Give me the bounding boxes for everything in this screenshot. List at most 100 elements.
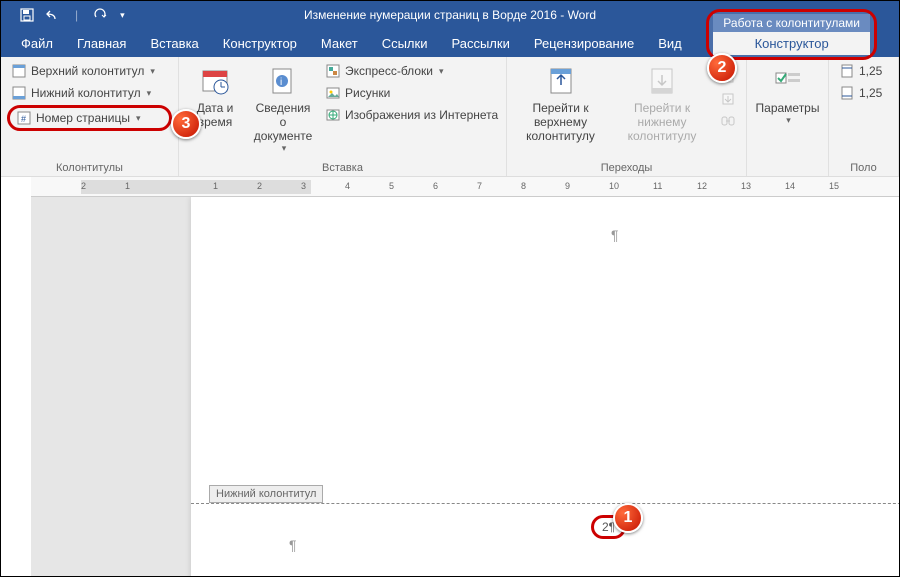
footer-tab-label: Нижний колонтитул (209, 485, 323, 503)
next-section-button (716, 89, 740, 109)
tab-constructor-context[interactable]: Конструктор (713, 32, 870, 55)
tab-design[interactable]: Конструктор (213, 32, 307, 55)
context-tool-header-footer: Работа с колонтитулами Конструктор (706, 9, 877, 60)
ruler-tick: 15 (829, 181, 839, 191)
group-label-position: Поло (835, 160, 892, 174)
ruler-tick: 6 (433, 181, 438, 191)
docinfo-icon: i (267, 65, 299, 97)
window-title: Изменение нумерации страниц в Ворде 2016… (304, 8, 596, 22)
quickparts-icon (325, 63, 341, 79)
quickparts-label: Экспресс-блоки (345, 64, 433, 78)
goto-footer-label: Перейти к нижнему колонтитулу (622, 101, 702, 143)
footer-button[interactable]: Нижний колонтитул▾ (7, 83, 172, 103)
docinfo-label: Сведения о документе (254, 101, 313, 143)
pos-bottom-icon (839, 85, 855, 101)
ruler-tick: 14 (785, 181, 795, 191)
page-number-button[interactable]: # Номер страницы▾ (14, 108, 142, 128)
header-button[interactable]: Верхний колонтитул▾ (7, 61, 172, 81)
ruler-tick: 1 (213, 181, 218, 191)
qat-dropdown-icon[interactable]: ▾ (120, 10, 125, 21)
tab-layout[interactable]: Макет (311, 32, 368, 55)
ruler-tick: 2 (81, 181, 86, 191)
goto-footer-icon (646, 65, 678, 97)
params-button[interactable]: Параметры▾ (753, 61, 822, 130)
ribbon-group-position: 1,25 1,25 Поло (829, 57, 899, 176)
pictures-icon (325, 85, 341, 101)
svg-text:#: # (21, 114, 26, 124)
params-icon (772, 65, 804, 97)
ruler-horizontal[interactable]: 21123456789101112131415 (31, 177, 899, 197)
datetime-icon (199, 65, 231, 97)
ruler-tick: 4 (345, 181, 350, 191)
ruler-tick: 8 (521, 181, 526, 191)
paragraph-mark: ¶ (611, 227, 619, 243)
ribbon-group-insert: Дата и время i Сведения о документе▾ Экс… (179, 57, 507, 176)
callout-badge-1: 1 (613, 503, 643, 533)
page-number-icon: # (16, 110, 32, 126)
goto-footer-button: Перейти к нижнему колонтитулу (616, 61, 708, 147)
callout-badge-2: 2 (707, 53, 737, 83)
ruler-tick: 9 (565, 181, 570, 191)
ribbon-group-params: Параметры▾ (747, 57, 829, 176)
goto-header-icon (545, 65, 577, 97)
datetime-label: Дата и время (197, 101, 234, 129)
context-tool-title: Работа с колонтитулами (713, 14, 870, 32)
params-label: Параметры (756, 101, 820, 115)
online-pictures-label: Изображения из Интернета (345, 108, 498, 122)
tab-mailings[interactable]: Рассылки (441, 32, 519, 55)
document-area: ¶ Нижний колонтитул 2¶ ¶ (31, 197, 899, 576)
ruler-tick: 5 (389, 181, 394, 191)
docinfo-button[interactable]: i Сведения о документе▾ (253, 61, 313, 158)
header-icon (11, 63, 27, 79)
page-number-highlight: # Номер страницы▾ (7, 105, 172, 131)
link-previous-button (716, 111, 740, 131)
header-from-top-field[interactable]: 1,25 (835, 61, 886, 81)
group-label-headers: Колонтитулы (7, 160, 172, 174)
group-label-insert: Вставка (185, 160, 500, 174)
tab-insert[interactable]: Вставка (140, 32, 208, 55)
header-label: Верхний колонтитул (31, 64, 144, 78)
quick-access-toolbar: | ▾ (1, 7, 125, 23)
ruler-tick: 2 (257, 181, 262, 191)
pos-top-value: 1,25 (859, 64, 882, 78)
footer-label: Нижний колонтитул (31, 86, 141, 100)
undo-icon[interactable] (45, 7, 61, 23)
ruler-tick: 7 (477, 181, 482, 191)
svg-text:i: i (280, 77, 282, 88)
tab-review[interactable]: Рецензирование (524, 32, 644, 55)
next-icon (720, 91, 736, 107)
online-pictures-icon (325, 107, 341, 123)
goto-header-label: Перейти к верхнему колонтитулу (519, 101, 602, 143)
tab-home[interactable]: Главная (67, 32, 136, 55)
footer-from-bottom-field[interactable]: 1,25 (835, 83, 886, 103)
footer-icon (11, 85, 27, 101)
ruler-tick: 12 (697, 181, 707, 191)
pos-top-icon (839, 63, 855, 79)
quickparts-button[interactable]: Экспресс-блоки▾ (321, 61, 502, 81)
paragraph-mark-footer: ¶ (289, 537, 297, 553)
callout-badge-3: 3 (171, 109, 201, 139)
qat-separator: | (75, 8, 78, 22)
goto-header-button[interactable]: Перейти к верхнему колонтитулу (513, 61, 608, 147)
group-label-params (753, 160, 822, 174)
ribbon: Верхний колонтитул▾ Нижний колонтитул▾ #… (1, 57, 899, 177)
group-label-navigation: Переходы (513, 160, 740, 174)
tab-view[interactable]: Вид (648, 32, 692, 55)
pictures-label: Рисунки (345, 86, 390, 100)
footer-boundary (191, 503, 899, 504)
tab-file[interactable]: Файл (11, 32, 63, 55)
tab-references[interactable]: Ссылки (372, 32, 438, 55)
pos-bottom-value: 1,25 (859, 86, 882, 100)
redo-icon[interactable] (92, 7, 108, 23)
ruler-tick: 11 (653, 181, 662, 191)
ruler-tick: 1 (125, 181, 130, 191)
pictures-button[interactable]: Рисунки (321, 83, 502, 103)
page[interactable]: ¶ Нижний колонтитул 2¶ ¶ (191, 197, 899, 576)
page-number-label: Номер страницы (36, 111, 130, 125)
ruler-tick: 13 (741, 181, 751, 191)
link-icon (720, 113, 736, 129)
ruler-tick: 10 (609, 181, 619, 191)
save-icon[interactable] (19, 7, 35, 23)
online-pictures-button[interactable]: Изображения из Интернета (321, 105, 502, 125)
ribbon-group-headers: Верхний колонтитул▾ Нижний колонтитул▾ #… (1, 57, 179, 176)
